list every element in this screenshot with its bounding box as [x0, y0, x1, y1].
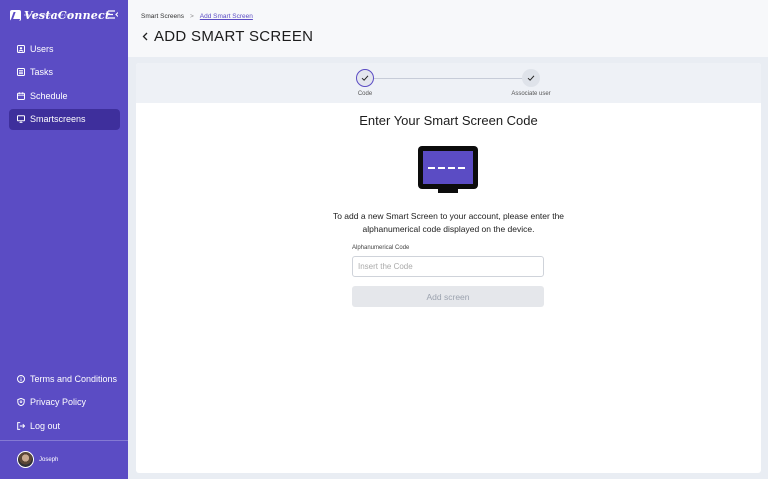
sidebar-item-users[interactable]: Users: [9, 38, 120, 59]
page-header: Smart Screens > Add Smart Screen ADD SMA…: [128, 0, 768, 57]
step-circle: [356, 69, 374, 87]
calendar-icon: [17, 91, 25, 100]
breadcrumb-separator: >: [190, 13, 194, 20]
step-code: Code: [335, 69, 395, 97]
sidebar-item-label: Smartscreens: [30, 114, 86, 124]
page-title: ADD SMART SCREEN: [154, 28, 314, 45]
check-icon: [527, 75, 535, 81]
breadcrumb-current[interactable]: Add Smart Screen: [200, 13, 253, 20]
sidebar-item-label: Tasks: [30, 67, 54, 77]
form-title: Enter Your Smart Screen Code: [359, 113, 538, 128]
avatar: [17, 451, 34, 468]
sidebar-item-label: Schedule: [30, 90, 68, 101]
brand-tagline: DIGITAL SIGNAGE PLATFORM: [24, 13, 74, 17]
sidebar-item-smartscreens[interactable]: Smartscreens: [9, 108, 120, 130]
brand-mark-icon: [10, 9, 21, 21]
info-icon: [17, 374, 25, 383]
collapse-menu-icon[interactable]: [108, 10, 118, 19]
check-icon: [361, 75, 369, 81]
sidebar-item-terms[interactable]: Terms and Conditions: [9, 368, 120, 389]
sidebar-item-label: Users: [30, 43, 54, 54]
add-screen-card: Code Associate user Enter Your Smart Scr…: [136, 63, 761, 473]
sidebar-item-label: Privacy Policy: [30, 397, 87, 407]
chevron-left-icon[interactable]: [141, 31, 150, 42]
step-label: Code: [357, 91, 373, 97]
user-badge-icon: [17, 44, 25, 53]
breadcrumb-parent[interactable]: Smart Screens: [141, 13, 184, 20]
form-description: To add a new Smart Screen to your accoun…: [332, 211, 565, 234]
code-input[interactable]: [352, 256, 544, 277]
title-row: ADD SMART SCREEN: [141, 28, 313, 45]
sidebar-item-tasks[interactable]: Tasks: [9, 62, 120, 83]
sidebar-item-logout[interactable]: Log out: [9, 415, 120, 436]
shield-icon: [17, 398, 25, 406]
sidebar-item-label: Terms and Conditions: [30, 373, 118, 384]
user-profile[interactable]: Joseph: [17, 451, 58, 468]
breadcrumb: Smart Screens > Add Smart Screen: [141, 13, 253, 20]
smart-screen-icon: [418, 146, 478, 193]
step-circle: [522, 69, 540, 87]
step-associate-user: Associate user: [501, 69, 561, 97]
add-screen-button[interactable]: Add screen: [352, 286, 544, 307]
step-label: Associate user: [511, 91, 551, 97]
sidebar-item-schedule[interactable]: Schedule: [9, 85, 120, 106]
list-icon: [17, 68, 25, 76]
sidebar-bottom-nav: Terms and Conditions Privacy Policy Log …: [9, 368, 120, 439]
code-field-label: Alphanumerical Code: [352, 245, 410, 251]
sidebar-divider: [0, 440, 128, 441]
stepper: Code Associate user: [136, 63, 761, 103]
sidebar-item-label: Log out: [30, 420, 61, 431]
sidebar-nav: Users Tasks Schedule Smartscreens: [9, 38, 120, 132]
user-name: Joseph: [39, 456, 59, 463]
sidebar-item-privacy[interactable]: Privacy Policy: [9, 392, 120, 413]
monitor-icon: [17, 115, 25, 123]
logout-icon: [17, 421, 25, 430]
sidebar: VestaConnect DIGITAL SIGNAGE PLATFORM Us…: [0, 0, 128, 479]
